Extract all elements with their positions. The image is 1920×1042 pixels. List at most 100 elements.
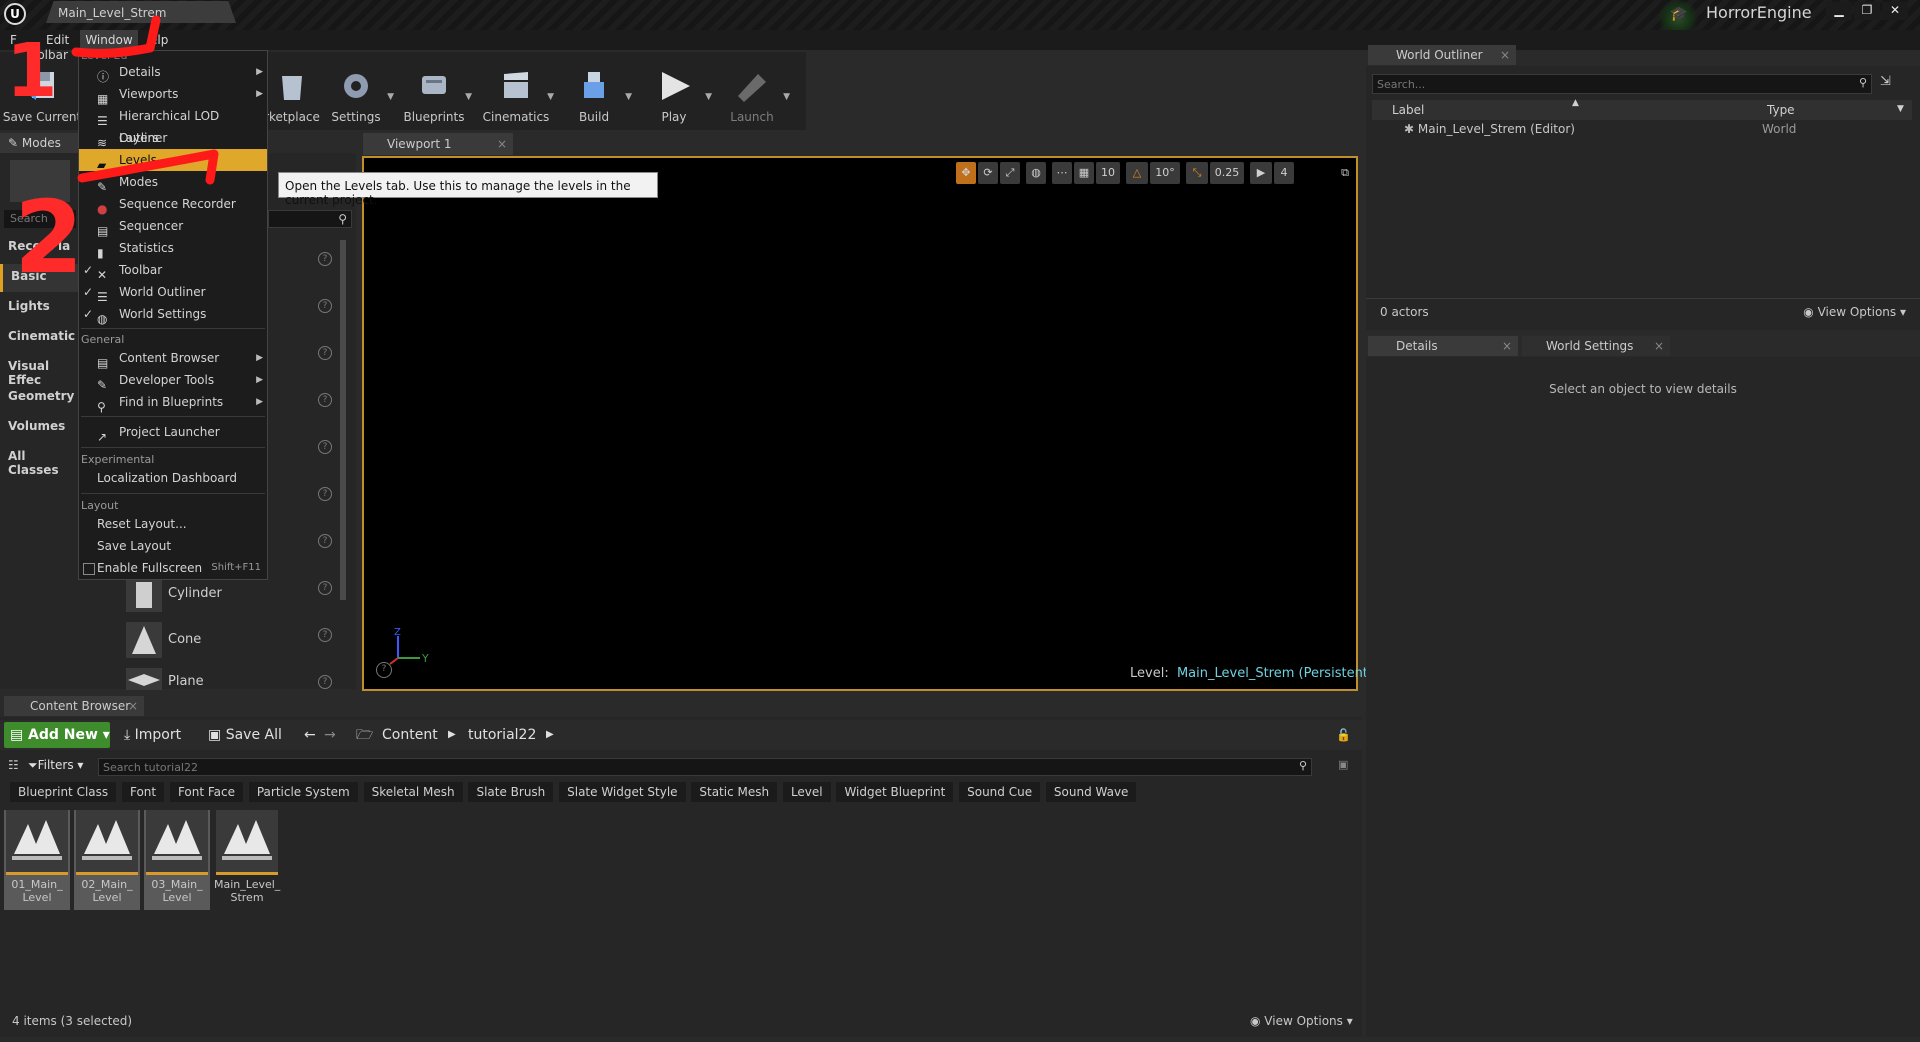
asset-main-level-strem[interactable]: Main_Level_ Strem bbox=[214, 810, 280, 910]
category-visual-effects[interactable]: Visual Effec bbox=[0, 354, 80, 387]
minimize-button[interactable]: ▁ bbox=[1826, 2, 1852, 20]
chip-widget-blueprint[interactable]: Widget Blueprint bbox=[836, 782, 954, 802]
restore-button[interactable]: ❐ bbox=[1854, 2, 1880, 20]
chip-particle-system[interactable]: Particle System bbox=[248, 782, 358, 802]
menu-item-world-settings[interactable]: ✓ ◍ World Settings bbox=[79, 303, 267, 326]
chip-level[interactable]: Level bbox=[782, 782, 831, 802]
help-icon[interactable]: ? bbox=[318, 346, 332, 360]
close-icon[interactable]: × bbox=[1500, 48, 1510, 62]
asset-01-main-level[interactable]: 01_Main_ Level bbox=[4, 810, 70, 910]
lock-icon[interactable]: 🔓 bbox=[1336, 722, 1351, 748]
chevron-down-icon[interactable]: ▼ bbox=[783, 92, 790, 102]
column-type[interactable]: Type bbox=[1767, 103, 1795, 117]
close-icon[interactable]: × bbox=[1502, 339, 1512, 353]
help-icon[interactable]: ? bbox=[318, 487, 332, 501]
rotation-snap-value[interactable]: 10° bbox=[1150, 162, 1180, 184]
chip-slate-brush[interactable]: Slate Brush bbox=[468, 782, 554, 802]
save-all-button[interactable]: ▣ Save All bbox=[208, 722, 282, 748]
menu-item-localization-dashboard[interactable]: Localization Dashboard bbox=[79, 467, 267, 489]
path-content[interactable]: Content bbox=[382, 722, 438, 748]
shape-item-cone[interactable]: Cone bbox=[126, 622, 336, 662]
asset-02-main-level[interactable]: 02_Main_ Level bbox=[74, 810, 140, 910]
play-button[interactable]: Play ▼ bbox=[634, 66, 714, 128]
content-browser-tab[interactable]: Content Browser × bbox=[4, 696, 144, 716]
scale-snap-value[interactable]: 0.25 bbox=[1210, 162, 1244, 184]
save-search-icon[interactable]: ▣ bbox=[1338, 758, 1348, 771]
cinematics-button[interactable]: Cinematics ▼ bbox=[476, 66, 556, 128]
rotate-icon[interactable]: ⟳ bbox=[978, 162, 998, 184]
menu-item-project-launcher[interactable]: ↗ Project Launcher bbox=[79, 421, 267, 444]
chip-skeletal-mesh[interactable]: Skeletal Mesh bbox=[363, 782, 463, 802]
asset-03-main-level[interactable]: 03_Main_ Level bbox=[144, 810, 210, 910]
menu-item-enable-fullscreen[interactable]: Enable Fullscreen Shift+F11 bbox=[79, 557, 267, 579]
help-icon[interactable]: ? bbox=[376, 662, 392, 678]
menu-item-find-in-blueprints[interactable]: ⚲ Find in Blueprints ▶ bbox=[79, 391, 267, 414]
chevron-down-icon[interactable]: ▼ bbox=[547, 92, 554, 102]
path-tutorial22[interactable]: tutorial22 bbox=[468, 722, 536, 748]
outliner-view-options[interactable]: ◉ View Options ▾ bbox=[1803, 305, 1906, 319]
launch-button[interactable]: Launch ▼ bbox=[712, 66, 792, 128]
folder-icon[interactable]: 🗁 bbox=[356, 722, 373, 748]
camera-speed-value[interactable]: 4 bbox=[1274, 162, 1294, 184]
translate-icon[interactable]: ✥ bbox=[956, 162, 976, 184]
camera-speed-icon[interactable]: ▶ bbox=[1250, 162, 1272, 184]
import-button[interactable]: ⤓ Import bbox=[124, 722, 181, 748]
menu-item-save-layout[interactable]: Save Layout bbox=[79, 535, 267, 557]
category-geometry[interactable]: Geometry bbox=[0, 384, 80, 412]
close-icon[interactable]: × bbox=[497, 137, 507, 151]
close-icon[interactable]: × bbox=[128, 699, 138, 713]
category-all-classes[interactable]: All Classes bbox=[0, 444, 80, 477]
back-button[interactable]: ← bbox=[304, 722, 316, 748]
filters-button[interactable]: ⏷Filters ▾ bbox=[28, 758, 83, 773]
menu-item-content-browser[interactable]: ▤ Content Browser ▶ bbox=[79, 347, 267, 370]
menu-item-developer-tools[interactable]: ✎ Developer Tools ▶ bbox=[79, 369, 267, 392]
help-icon[interactable]: ? bbox=[318, 393, 332, 407]
details-tab[interactable]: Details × bbox=[1368, 336, 1518, 356]
chip-blueprint-class[interactable]: Blueprint Class bbox=[10, 782, 117, 802]
chip-font[interactable]: Font bbox=[121, 782, 165, 802]
scale-icon[interactable]: ⤢ bbox=[1000, 162, 1020, 184]
checkbox[interactable] bbox=[83, 563, 95, 575]
outliner-row-world[interactable]: ✱ Main_Level_Strem (Editor) bbox=[1404, 122, 1575, 136]
rotation-snap-icon[interactable]: △ bbox=[1126, 162, 1148, 184]
world-settings-tab[interactable]: World Settings × bbox=[1522, 336, 1670, 356]
content-search-input[interactable]: Search tutorial22 ⚲ bbox=[98, 758, 1312, 776]
surface-snap-icon[interactable]: ⋯ bbox=[1052, 162, 1072, 184]
content-view-options[interactable]: ◉ View Options ▾ bbox=[1250, 1014, 1353, 1028]
grid-snap-icon[interactable]: ▦ bbox=[1074, 162, 1094, 184]
shape-item-cylinder[interactable]: Cylinder bbox=[126, 576, 336, 616]
grid-size-value[interactable]: 10 bbox=[1096, 162, 1120, 184]
chip-static-mesh[interactable]: Static Mesh bbox=[691, 782, 778, 802]
sort-ascending-icon[interactable]: ▲ bbox=[1572, 98, 1579, 108]
chip-slate-widget-style[interactable]: Slate Widget Style bbox=[559, 782, 686, 802]
category-cinematic[interactable]: Cinematic bbox=[0, 324, 80, 352]
close-button[interactable]: ✕ bbox=[1882, 2, 1908, 20]
sources-toggle-icon[interactable]: ☷ bbox=[8, 758, 19, 772]
world-local-icon[interactable]: ◍ bbox=[1026, 162, 1046, 184]
maximize-viewport-icon[interactable]: ⧉ bbox=[1336, 162, 1354, 184]
help-icon[interactable]: ? bbox=[318, 299, 332, 313]
build-button[interactable]: Build ▼ bbox=[554, 66, 634, 128]
outliner-search-input[interactable]: Search... ⚲ bbox=[1372, 74, 1872, 94]
category-volumes[interactable]: Volumes bbox=[0, 414, 80, 442]
chevron-down-icon[interactable]: ▼ bbox=[625, 92, 632, 102]
chip-sound-cue[interactable]: Sound Cue bbox=[959, 782, 1041, 802]
path-separator-icon[interactable]: ▶ bbox=[546, 722, 554, 748]
chevron-down-icon[interactable]: ▼ bbox=[1897, 104, 1904, 114]
world-outliner-tab[interactable]: World Outliner × bbox=[1368, 45, 1516, 65]
level-viewport[interactable] bbox=[362, 156, 1358, 691]
add-new-button[interactable]: ▤ Add New ▾ bbox=[4, 722, 110, 748]
add-filter-icon[interactable]: ⇲ bbox=[1880, 74, 1891, 89]
path-separator-icon[interactable]: ▶ bbox=[448, 722, 456, 748]
scale-snap-icon[interactable]: ⤡ bbox=[1186, 162, 1208, 184]
chip-font-face[interactable]: Font Face bbox=[169, 782, 244, 802]
chip-sound-wave[interactable]: Sound Wave bbox=[1045, 782, 1137, 802]
menu-item-reset-layout[interactable]: Reset Layout... bbox=[79, 513, 267, 535]
shape-item-plane[interactable]: Plane bbox=[126, 668, 336, 690]
chevron-down-icon[interactable]: ▼ bbox=[705, 92, 712, 102]
column-label[interactable]: Label bbox=[1392, 103, 1424, 117]
forward-button[interactable]: → bbox=[324, 722, 336, 748]
help-icon[interactable]: ? bbox=[318, 440, 332, 454]
chevron-down-icon[interactable]: ▼ bbox=[465, 92, 472, 102]
help-icon[interactable]: ? bbox=[318, 534, 332, 548]
